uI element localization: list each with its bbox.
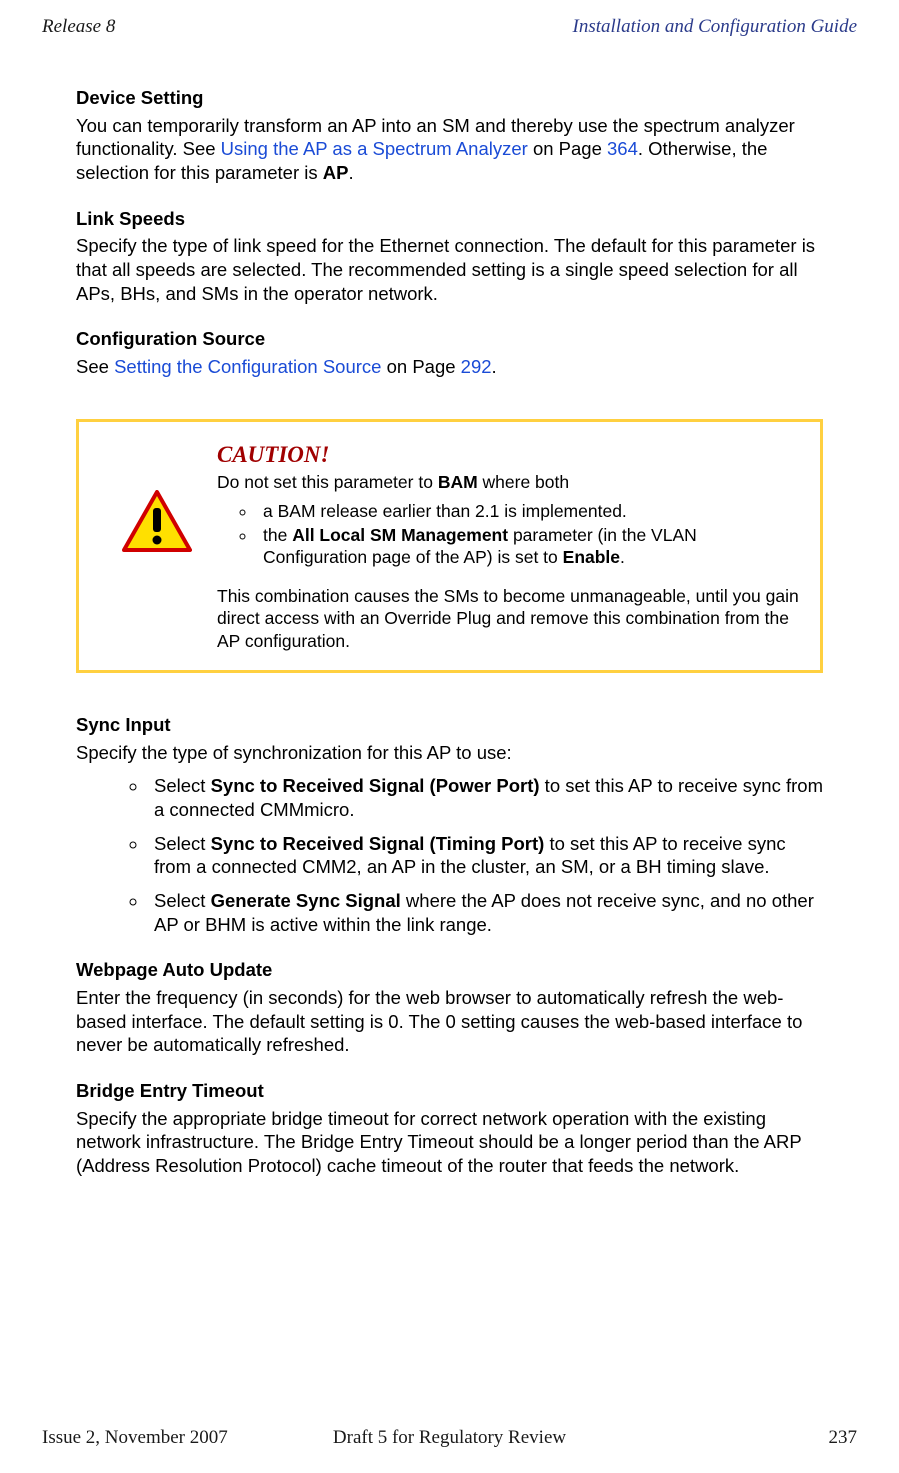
list-item: Select Sync to Received Signal (Power Po… [148, 774, 823, 821]
heading-sync-input: Sync Input [76, 713, 823, 737]
page-header: Release 8 Installation and Configuration… [42, 16, 857, 38]
para-bridge-entry-timeout: Specify the appropriate bridge timeout f… [76, 1107, 823, 1178]
text: the [263, 525, 292, 545]
text: Select [154, 775, 211, 796]
bold-sync-timing-port: Sync to Received Signal (Timing Port) [211, 833, 545, 854]
page-content: Device Setting You can temporarily trans… [42, 86, 857, 1178]
list-item: a BAM release earlier than 2.1 is implem… [257, 500, 802, 522]
text: . [492, 356, 497, 377]
text: See [76, 356, 114, 377]
caution-para-2: This combination causes the SMs to becom… [217, 585, 802, 652]
para-device-setting: You can temporarily transform an AP into… [76, 114, 823, 185]
header-right: Installation and Configuration Guide [573, 16, 857, 38]
bold-generate-sync: Generate Sync Signal [211, 890, 401, 911]
text: Select [154, 890, 211, 911]
text: . [620, 547, 625, 567]
para-webpage-auto-update: Enter the frequency (in seconds) for the… [76, 986, 823, 1057]
caution-list: a BAM release earlier than 2.1 is implem… [217, 500, 802, 569]
heading-config-source: Configuration Source [76, 327, 823, 351]
heading-webpage-auto-update: Webpage Auto Update [76, 958, 823, 982]
caution-box: CAUTION! Do not set this parameter to BA… [76, 419, 823, 673]
para-sync-intro: Specify the type of synchronization for … [76, 741, 823, 765]
link-page-364[interactable]: 364 [607, 138, 638, 159]
caution-title: CAUTION! [217, 440, 802, 469]
link-spectrum-analyzer[interactable]: Using the AP as a Spectrum Analyzer [221, 138, 528, 159]
bold-ap: AP [323, 162, 349, 183]
heading-device-setting: Device Setting [76, 86, 823, 110]
para-link-speeds: Specify the type of link speed for the E… [76, 234, 823, 305]
footer-page-number: 237 [829, 1427, 858, 1449]
text: . [348, 162, 353, 183]
heading-bridge-entry-timeout: Bridge Entry Timeout [76, 1079, 823, 1103]
bold-enable: Enable [563, 547, 620, 567]
text: on Page [528, 138, 607, 159]
bold-all-local-sm: All Local SM Management [292, 525, 508, 545]
text: Do not set this parameter to [217, 472, 438, 492]
caution-icon-cell [97, 440, 217, 552]
heading-link-speeds: Link Speeds [76, 207, 823, 231]
page-footer: Issue 2, November 2007 Draft 5 for Regul… [42, 1427, 857, 1449]
list-item: Select Generate Sync Signal where the AP… [148, 889, 823, 936]
text: where both [478, 472, 569, 492]
caution-icon [122, 490, 192, 552]
bold-sync-power-port: Sync to Received Signal (Power Port) [211, 775, 540, 796]
caution-inner: CAUTION! Do not set this parameter to BA… [79, 422, 820, 670]
list-item: Select Sync to Received Signal (Timing P… [148, 832, 823, 879]
text: on Page [381, 356, 460, 377]
link-page-292[interactable]: 292 [461, 356, 492, 377]
caution-text: CAUTION! Do not set this parameter to BA… [217, 440, 802, 652]
text: Select [154, 833, 211, 854]
sync-list: Select Sync to Received Signal (Power Po… [76, 774, 823, 936]
bold-bam: BAM [438, 472, 478, 492]
link-setting-config-source[interactable]: Setting the Configuration Source [114, 356, 381, 377]
footer-left: Issue 2, November 2007 [42, 1427, 228, 1449]
caution-para-1: Do not set this parameter to BAM where b… [217, 471, 802, 493]
para-config-source: See Setting the Configuration Source on … [76, 355, 823, 379]
header-left: Release 8 [42, 16, 115, 38]
list-item: the All Local SM Management parameter (i… [257, 524, 802, 569]
